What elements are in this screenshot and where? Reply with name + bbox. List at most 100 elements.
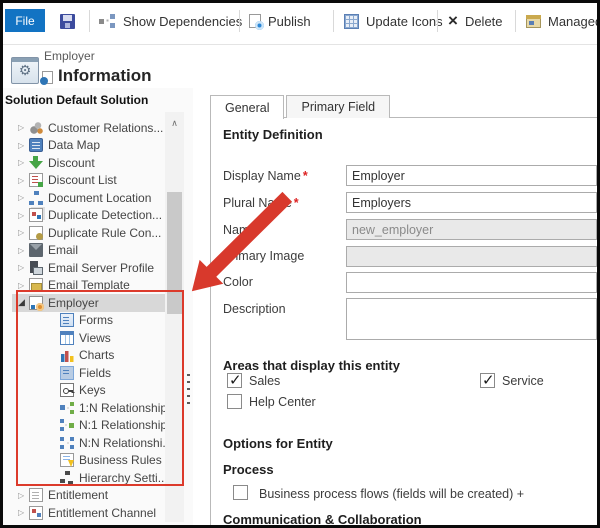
email-template-icon — [29, 278, 43, 293]
tree-item-business-rules[interactable]: Business Rules — [12, 452, 167, 470]
show-dependencies-button[interactable]: Show Dependencies — [99, 8, 242, 34]
tree-item-label: Document Location — [48, 190, 152, 205]
business-process-flows-label: Business process flows (fields will be c… — [259, 487, 525, 501]
file-menu-button[interactable]: File — [5, 9, 45, 32]
tree-item-label: Email Template — [48, 278, 130, 293]
expand-icon[interactable]: ▷ — [18, 263, 29, 272]
collapse-icon[interactable]: ◢ — [18, 297, 29, 308]
expand-icon[interactable]: ▷ — [18, 123, 29, 132]
help-center-checkbox[interactable] — [227, 394, 242, 409]
toolbar-separator — [239, 10, 240, 32]
expand-icon[interactable]: ▷ — [18, 508, 29, 517]
update-icons-button[interactable]: Update Icons — [344, 8, 443, 34]
tab-bar: General Primary Field — [210, 95, 392, 119]
toolbar: Show Dependencies Publish Update Icons ×… — [3, 3, 600, 45]
primary-image-label: Primary Image — [223, 249, 305, 263]
managed-properties-icon — [526, 14, 541, 28]
tree-item-hierarchy-settings[interactable]: Hierarchy Setti... — [12, 469, 167, 487]
keys-icon — [60, 383, 74, 398]
tree-item-label: Hierarchy Setti... — [79, 470, 167, 485]
tree-item-nn-relationships[interactable]: N:N Relationshi... — [12, 434, 167, 452]
communication-heading: Communication & Collaboration — [223, 512, 422, 525]
tree-item-label: Employer — [48, 295, 99, 310]
tree-item-views[interactable]: Views — [12, 329, 167, 347]
entitlement-channel-icon — [29, 505, 43, 520]
toolbar-separator — [515, 10, 516, 32]
display-name-input[interactable] — [346, 165, 597, 186]
tree-item-entitlement[interactable]: ▷ Entitlement — [12, 487, 167, 505]
expand-icon[interactable]: ▷ — [18, 281, 29, 290]
plural-name-input[interactable] — [346, 192, 597, 213]
description-textarea[interactable] — [346, 298, 597, 340]
tree-item-label: 1:N Relationships — [79, 400, 167, 415]
employer-entity-icon — [29, 295, 44, 311]
scrollbar-thumb[interactable] — [167, 192, 182, 314]
tree-item-label: Views — [79, 330, 111, 345]
entity-form-panel: Entity Definition Display Name* Plural N… — [210, 117, 597, 525]
expand-icon[interactable]: ▷ — [18, 211, 29, 220]
business-process-flows-checkbox[interactable] — [233, 485, 248, 500]
description-label: Description — [223, 302, 286, 316]
hierarchy-settings-icon — [60, 470, 74, 485]
tree-item-email-server-profile[interactable]: ▷ Email Server Profile — [12, 259, 167, 277]
tree-item-keys[interactable]: Keys — [12, 382, 167, 400]
tree-item-employer[interactable]: ◢ Employer — [12, 294, 167, 312]
entitlement-icon — [29, 488, 43, 503]
tree-item-label: Forms — [79, 313, 113, 328]
delete-icon: × — [448, 11, 458, 30]
delete-button[interactable]: × Delete — [448, 8, 503, 34]
plural-name-label: Plural Name * — [223, 196, 299, 210]
expand-icon[interactable]: ▷ — [18, 491, 29, 500]
tree-item-discount-list[interactable]: ▷ Discount List — [12, 172, 167, 190]
update-icons-icon — [344, 13, 359, 29]
tree-item-charts[interactable]: Charts — [12, 347, 167, 365]
expand-icon[interactable]: ▷ — [18, 176, 29, 185]
tree-item-label: Charts — [79, 348, 115, 363]
tree-item-customer-relationship[interactable]: ▷ Customer Relations... — [12, 119, 167, 137]
tree-item-data-map[interactable]: ▷ Data Map — [12, 137, 167, 155]
tree-scrollbar[interactable]: ∧ — [165, 112, 184, 522]
managed-properties-button[interactable]: Managed Pro — [526, 8, 600, 34]
tree-item-email[interactable]: ▷ Email — [12, 242, 167, 260]
tree-item-duplicate-detection[interactable]: ▷ Duplicate Detection... — [12, 207, 167, 225]
information-page-icon — [40, 71, 53, 85]
tree-item-n1-relationships[interactable]: N:1 Relationships — [12, 417, 167, 435]
show-dependencies-label: Show Dependencies — [123, 13, 243, 29]
expand-icon[interactable]: ▷ — [18, 228, 29, 237]
charts-icon — [60, 348, 74, 363]
publish-button[interactable]: Publish — [249, 8, 311, 34]
entity-definition-heading: Entity Definition — [223, 127, 323, 142]
document-location-icon — [29, 190, 43, 205]
tree-item-label: Discount List — [48, 173, 117, 188]
required-marker: * — [293, 196, 299, 210]
app-window: Show Dependencies Publish Update Icons ×… — [0, 0, 600, 528]
solution-title: Solution Default Solution — [5, 93, 149, 107]
tree-item-label: Keys — [79, 383, 106, 398]
expand-icon[interactable]: ▷ — [18, 158, 29, 167]
color-input[interactable] — [346, 272, 597, 293]
save-button[interactable] — [60, 8, 75, 34]
update-icons-label: Update Icons — [366, 13, 443, 29]
expand-icon[interactable]: ▷ — [18, 193, 29, 202]
tree-item-label: Customer Relations... — [48, 120, 164, 135]
tree-item-1n-relationships[interactable]: 1:N Relationships — [12, 399, 167, 417]
tree-item-document-location[interactable]: ▷ Document Location — [12, 189, 167, 207]
tree-item-fields[interactable]: Fields — [12, 364, 167, 382]
expand-icon[interactable]: ▷ — [18, 141, 29, 150]
tab-general[interactable]: General — [210, 95, 285, 119]
tree-item-forms[interactable]: Forms — [12, 312, 167, 330]
sales-checkbox[interactable] — [227, 371, 242, 389]
tree-item-duplicate-rule[interactable]: ▷ Duplicate Rule Con... — [12, 224, 167, 242]
publish-label: Publish — [268, 13, 311, 29]
expand-icon[interactable]: ▷ — [18, 246, 29, 255]
tree-item-email-template[interactable]: ▷ Email Template — [12, 277, 167, 295]
solution-tree: ▷ Customer Relations... ▷ Data Map ▷ Discou… — [12, 119, 167, 522]
panel-splitter-grip[interactable] — [187, 374, 190, 405]
service-checkbox[interactable] — [480, 371, 495, 389]
tree-item-label: Business Rules — [79, 453, 162, 468]
tree-item-entitlement-channel[interactable]: ▷ Entitlement Channel — [12, 504, 167, 522]
tab-primary-field[interactable]: Primary Field — [286, 95, 391, 118]
tree-item-label: N:1 Relationships — [79, 418, 167, 433]
scroll-up-icon[interactable]: ∧ — [165, 118, 184, 129]
tree-item-discount[interactable]: ▷ Discount — [12, 154, 167, 172]
